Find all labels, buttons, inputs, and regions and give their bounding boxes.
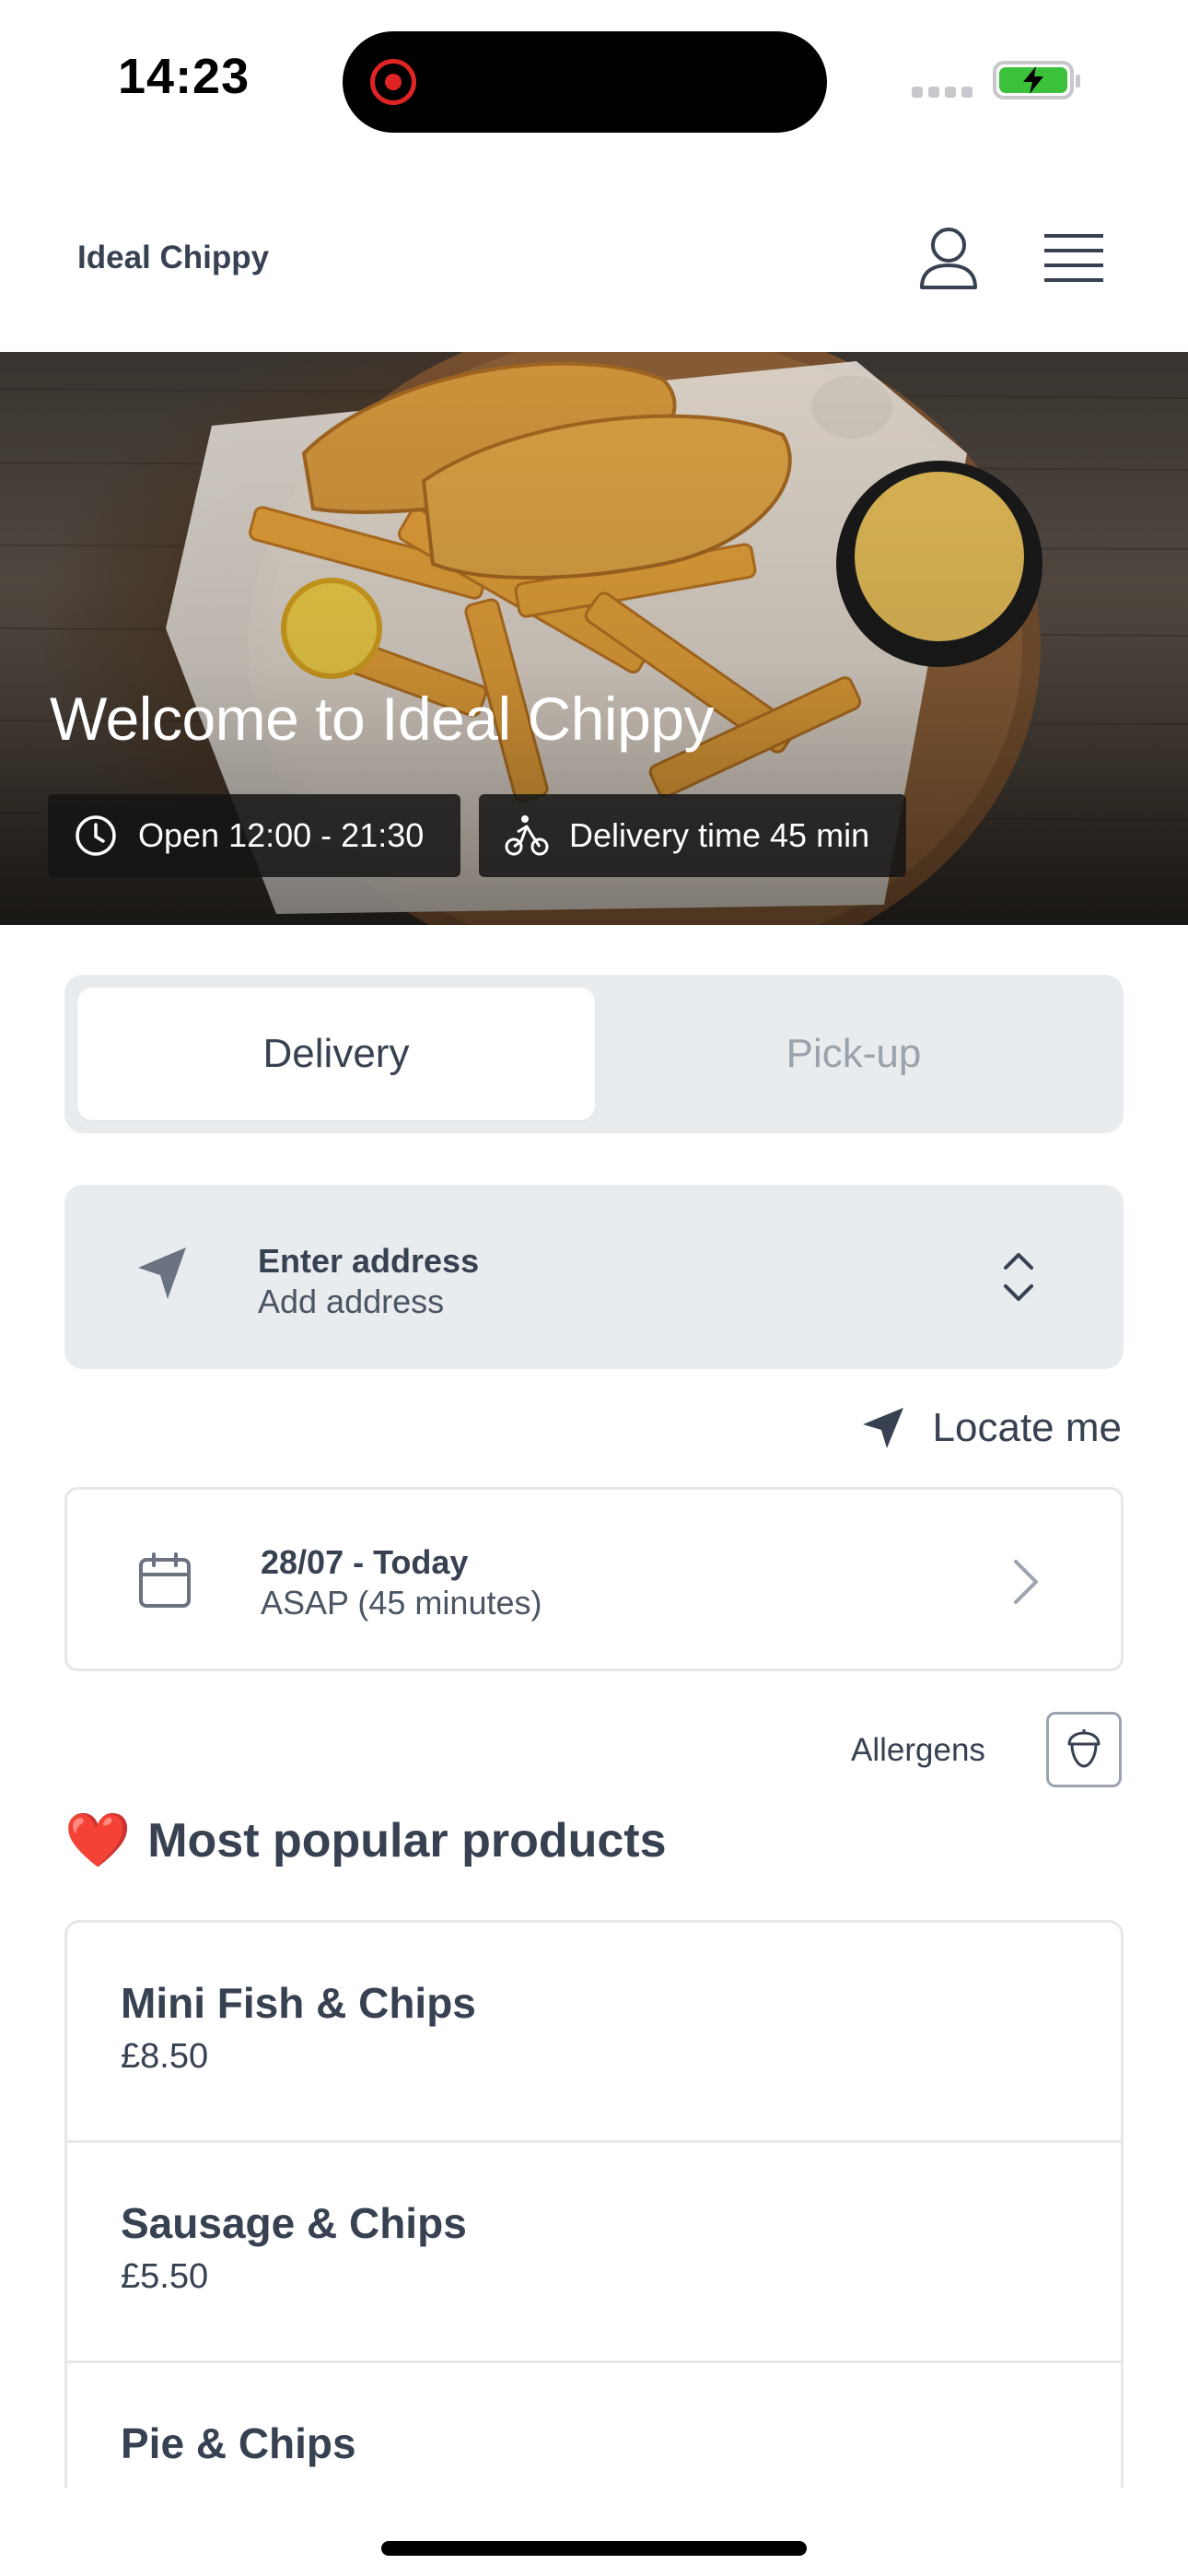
delivery-time-text: Delivery time 45 min xyxy=(569,816,870,854)
home-indicator[interactable] xyxy=(381,2541,807,2556)
date-subtitle: ASAP (45 minutes) xyxy=(261,1584,542,1622)
hero-banner: Welcome to Ideal Chippy Open 12:00 - 21:… xyxy=(0,352,1188,925)
menu-icon[interactable] xyxy=(1044,232,1103,284)
chevron-right-icon xyxy=(1014,1560,1038,1604)
navigation-arrow-icon xyxy=(138,1247,186,1299)
product-name: Pie & Chips xyxy=(121,2419,356,2467)
allergens-button[interactable] xyxy=(1046,1712,1122,1787)
signal-icon xyxy=(912,87,973,98)
product-price: £5.50 xyxy=(121,2257,209,2296)
date-title: 28/07 - Today xyxy=(261,1543,469,1581)
product-item[interactable]: Mini Fish & Chips £8.50 xyxy=(67,1923,1121,2143)
acorn-icon xyxy=(1067,1729,1101,1768)
chevron-up-down-icon xyxy=(1004,1253,1033,1301)
brand-name[interactable]: Ideal Chippy xyxy=(77,240,269,276)
tab-pickup[interactable]: Pick-up xyxy=(595,988,1112,1120)
profile-icon[interactable] xyxy=(917,225,980,291)
product-price: £8.50 xyxy=(121,2037,209,2076)
popular-title: Most popular products xyxy=(147,1814,667,1868)
opening-hours-badge: Open 12:00 - 21:30 xyxy=(48,794,460,877)
product-item[interactable]: Pie & Chips xyxy=(67,2363,1121,2488)
address-selector[interactable]: Enter address Add address xyxy=(64,1185,1124,1369)
opening-hours-text: Open 12:00 - 21:30 xyxy=(138,816,425,854)
dynamic-island xyxy=(343,31,827,133)
screen-recording-icon xyxy=(370,59,416,105)
product-name: Mini Fish & Chips xyxy=(121,1979,476,2027)
tab-delivery[interactable]: Delivery xyxy=(77,988,595,1120)
status-time: 14:23 xyxy=(118,49,250,104)
locate-me-label: Locate me xyxy=(932,1405,1122,1450)
locate-me-button[interactable]: Locate me xyxy=(861,1399,1122,1458)
popular-products-list: Mini Fish & Chips £8.50 Sausage & Chips … xyxy=(64,1920,1124,2488)
delivery-time-badge: Delivery time 45 min xyxy=(479,794,906,877)
hero-title: Welcome to Ideal Chippy xyxy=(50,685,714,753)
delivery-date-selector[interactable]: 28/07 - Today ASAP (45 minutes) xyxy=(64,1487,1124,1671)
status-bar: 14:23 xyxy=(0,0,1188,157)
allergens-label: Allergens xyxy=(851,1732,985,1768)
heart-icon: ❤️ xyxy=(64,1810,132,1870)
location-arrow-icon xyxy=(862,1408,903,1448)
address-subtitle: Add address xyxy=(258,1282,445,1320)
address-title: Enter address xyxy=(258,1242,480,1280)
clock-icon xyxy=(76,815,116,856)
product-name: Sausage & Chips xyxy=(121,2199,467,2247)
section-title-popular: ❤️ Most popular products xyxy=(64,1813,667,1868)
bicycle-courier-icon xyxy=(505,815,549,856)
product-item[interactable]: Sausage & Chips £5.50 xyxy=(67,2143,1121,2363)
calendar-icon xyxy=(139,1552,191,1608)
battery-charging-icon xyxy=(993,61,1080,100)
order-mode-toggle: Delivery Pick-up xyxy=(64,975,1124,1133)
app-header: Ideal Chippy xyxy=(0,157,1188,352)
